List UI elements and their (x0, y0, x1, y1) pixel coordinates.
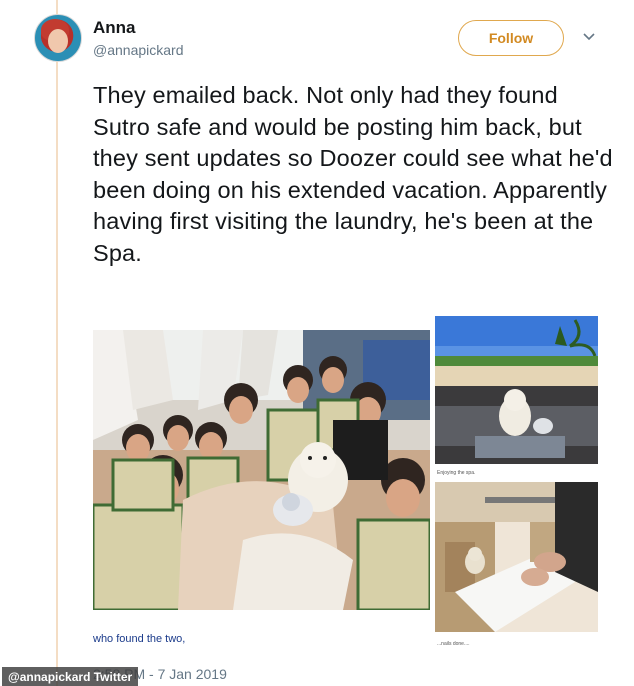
timestamp-date: 7 Jan 2019 (157, 666, 227, 682)
chevron-down-icon[interactable] (582, 30, 596, 44)
main-photo-caption: who found the two, (93, 633, 186, 645)
follow-button[interactable]: Follow (458, 20, 564, 56)
nails-caption: ...nails done.... (437, 641, 470, 647)
author-handle[interactable]: @annapickard (93, 42, 184, 58)
group-photo-illustration (93, 330, 430, 610)
avatar[interactable] (34, 14, 82, 62)
avatar-face (48, 29, 68, 53)
author-display-name[interactable]: Anna (93, 18, 136, 38)
thread-connector-line (56, 0, 58, 686)
source-watermark: @annapickard Twitter (2, 667, 139, 686)
pool-caption: Enjoying the spa. (437, 470, 476, 476)
media-photo-spa-pool[interactable] (435, 316, 598, 464)
spa-pool-illustration (435, 316, 598, 464)
tweet-text: They emailed back. Not only had they fou… (93, 82, 613, 266)
media-photo-nails[interactable] (435, 482, 598, 632)
media-photo-group[interactable] (93, 330, 430, 610)
nails-illustration (435, 482, 598, 632)
